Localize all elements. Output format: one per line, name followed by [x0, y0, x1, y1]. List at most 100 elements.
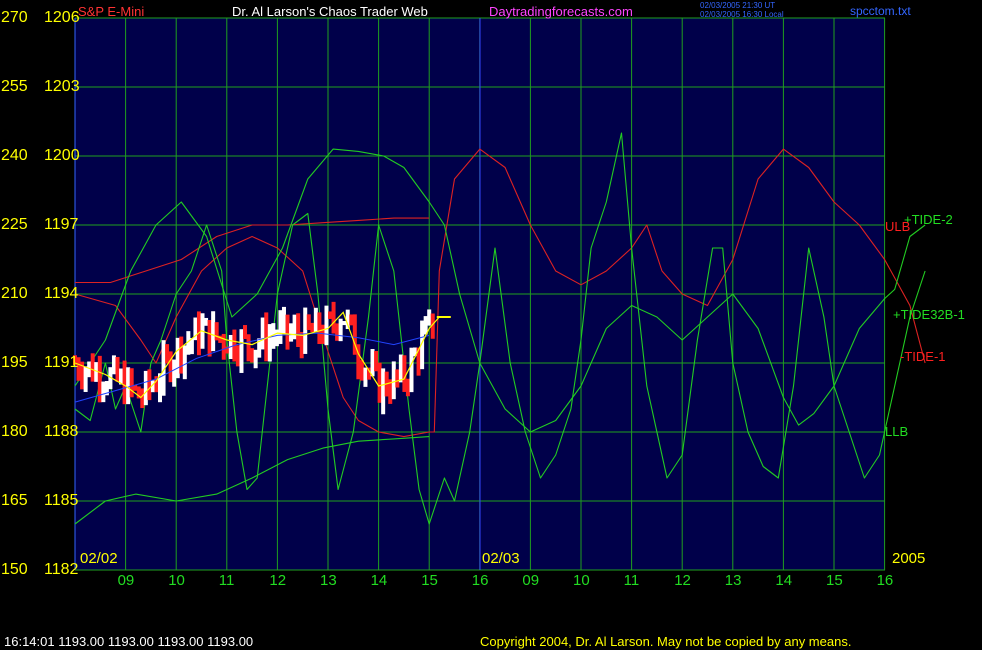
instrument-label: S&P E-Mini	[78, 4, 145, 19]
hour-tick-label: 10	[573, 572, 590, 589]
price-tick-label: 1185	[44, 492, 79, 509]
price-bar-down	[359, 360, 364, 381]
price-bar-up	[391, 361, 396, 400]
hour-tick-label: 15	[421, 572, 438, 589]
price-bar-up	[172, 359, 177, 387]
tide-tick-label: 270	[1, 9, 28, 26]
price-bar-up	[239, 329, 244, 373]
price-bar-down	[374, 351, 379, 372]
time-ut: 02/03/2005 21:30 UT	[700, 1, 776, 10]
price-bar-down	[129, 368, 134, 398]
legend-ulb: ULB	[885, 219, 911, 234]
price-bar-down	[310, 322, 315, 333]
price-bar-up	[182, 345, 187, 380]
price-bar-up	[363, 367, 368, 387]
tide-tick-label: 255	[1, 78, 28, 95]
price-bar-down	[168, 351, 173, 383]
price-bar-up	[303, 307, 308, 354]
hour-tick-label: 09	[117, 572, 135, 589]
tide-tick-label: 150	[1, 561, 28, 578]
price-bar-down	[296, 313, 301, 348]
price-tick-label: 1197	[44, 216, 79, 233]
legend-llb: LLB	[885, 424, 909, 439]
hour-tick-label: 11	[218, 572, 235, 589]
legend-tide-2: +TIDE-2	[904, 212, 953, 227]
legend-tide32b-1: +TIDE32B-1	[893, 307, 965, 322]
price-tick-label: 1182	[44, 561, 79, 578]
price-bar-down	[250, 348, 255, 363]
price-bar-down	[243, 325, 248, 340]
price-bar-down	[317, 312, 322, 345]
price-bar-up	[211, 311, 216, 352]
price-bar-down	[405, 378, 410, 397]
price-bar-down	[147, 369, 152, 401]
tide-tick-label: 195	[1, 354, 28, 371]
file-name: spcctom.txt	[850, 4, 911, 18]
hour-tick-label: 10	[168, 572, 185, 589]
price-bar-down	[264, 312, 269, 362]
price-bar-up	[370, 349, 375, 377]
chart-title: Dr. Al Larson's Chaos Trader Web	[232, 4, 428, 19]
price-bar-up	[313, 307, 318, 333]
price-tick-label: 1191	[44, 354, 79, 371]
price-bar-up	[289, 323, 294, 342]
price-tick-label: 1194	[44, 285, 79, 302]
price-bar-down	[335, 323, 340, 341]
price-tick-label: 1188	[44, 423, 79, 440]
hour-tick-label: 16	[876, 572, 894, 589]
price-bar-down	[349, 314, 354, 326]
price-bar-up	[292, 314, 297, 340]
chart-window: { "header": { "instrument": "S&P E-Mini"…	[0, 0, 982, 650]
tide-tick-label: 210	[1, 285, 28, 302]
tide-tick-label: 180	[1, 423, 28, 440]
price-bar-down	[214, 322, 219, 341]
price-bar-up	[342, 321, 347, 326]
price-bar-down	[377, 362, 382, 403]
price-bar-up	[126, 367, 131, 405]
price-bar-down	[90, 353, 95, 382]
hour-tick-label: 14	[370, 572, 388, 589]
price-tick-label: 1200	[44, 147, 80, 164]
price-bar-up	[274, 329, 279, 347]
hour-tick-label: 12	[269, 572, 287, 589]
hour-tick-label: 15	[826, 572, 843, 589]
price-bar-down	[285, 314, 290, 350]
price-bar-up	[260, 317, 265, 350]
price-bar-down	[395, 369, 400, 388]
hour-tick-label: 09	[522, 572, 540, 589]
price-bar-down	[328, 311, 333, 319]
price-bar-up	[409, 347, 414, 393]
price-bar-down	[207, 320, 212, 357]
price-bar-up	[281, 306, 286, 335]
price-bar-down	[122, 360, 127, 405]
price-bar-up	[175, 337, 180, 379]
price-bar-up	[278, 310, 283, 344]
price-tick-label: 1203	[44, 78, 80, 95]
price-bar-up	[101, 381, 106, 403]
price-bar-up	[204, 317, 209, 326]
price-bar-down	[115, 356, 120, 382]
price-bar-up	[267, 324, 272, 362]
hour-tick-label: 13	[320, 572, 337, 589]
date-label-mid: 02/03	[482, 550, 520, 567]
hour-tick-label: 12	[674, 572, 691, 589]
time-local: 02/03/2005 16:30 Local	[700, 10, 784, 19]
price-bar-up	[324, 305, 329, 346]
hour-tick-label: 11	[623, 572, 640, 589]
hour-tick-label: 13	[724, 572, 742, 589]
hour-tick-label: 14	[775, 572, 793, 589]
price-bar-down	[246, 334, 251, 362]
price-bar-up	[143, 370, 148, 406]
tide-tick-label: 165	[1, 492, 28, 509]
price-bar-down	[165, 344, 170, 364]
site-link[interactable]: Daytradingforecasts.com	[489, 5, 633, 18]
price-tick-label: 1206	[44, 9, 80, 26]
price-bar-up	[253, 349, 258, 369]
copyright: Copyright 2004, Dr. Al Larson. May not b…	[480, 634, 852, 649]
legend-tide-1: -TIDE-1	[900, 349, 946, 364]
price-bar-up	[338, 318, 343, 342]
price-bar-down	[235, 345, 240, 367]
price-bar-down	[402, 355, 407, 392]
price-bar-up	[398, 354, 403, 383]
price-bar-up	[427, 309, 432, 326]
